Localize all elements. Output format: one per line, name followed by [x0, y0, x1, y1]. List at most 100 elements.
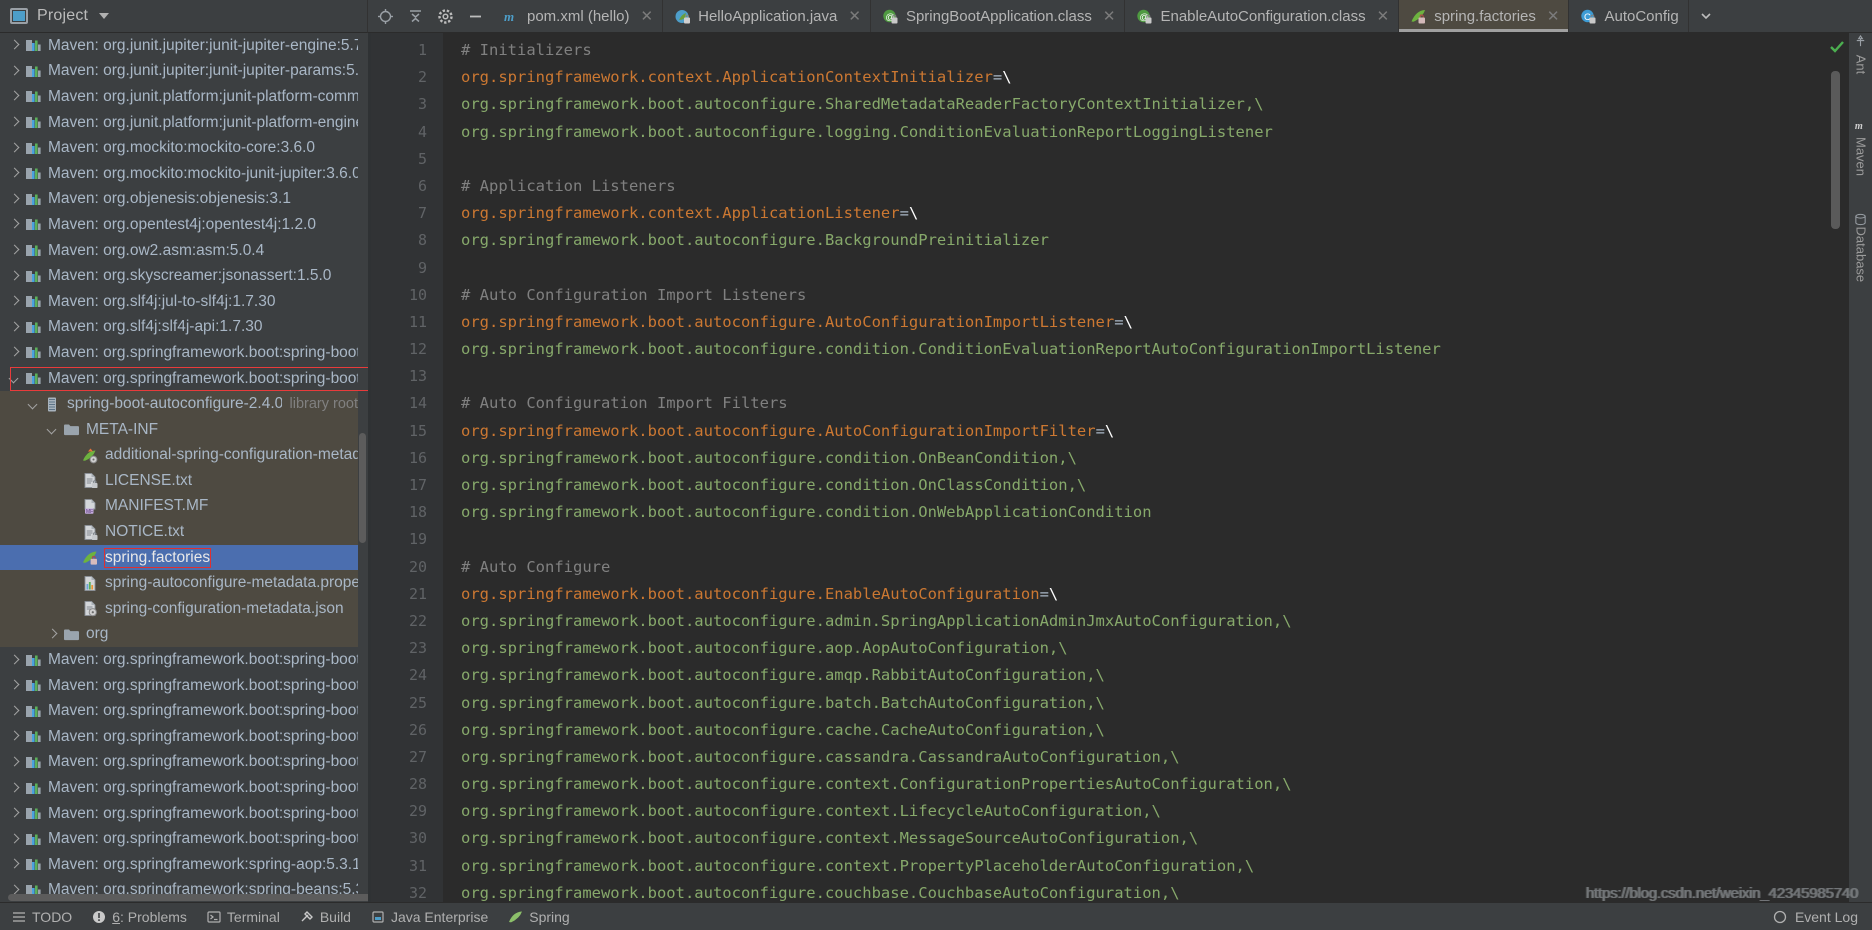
- editor-tab-enableautoconfiguration-class[interactable]: @ EnableAutoConfiguration.class ✕: [1125, 0, 1400, 32]
- tree-row[interactable]: Maven: org.mockito:mockito-junit-jupiter…: [0, 161, 358, 187]
- editor-tab-springbootapplication-class[interactable]: @ SpringBootApplication.class ✕: [871, 0, 1126, 32]
- statusbar-build[interactable]: Build: [294, 909, 365, 925]
- statusbar-todo[interactable]: TODO: [6, 909, 86, 925]
- editor-inspection-strip[interactable]: [1826, 33, 1848, 902]
- settings-gear-icon[interactable]: [430, 0, 460, 33]
- chevron-right-icon[interactable]: [8, 90, 21, 103]
- close-icon[interactable]: ✕: [641, 7, 654, 25]
- close-icon[interactable]: ✕: [1103, 7, 1116, 25]
- code-line[interactable]: org.springframework.boot.autoconfigure.c…: [461, 880, 1826, 902]
- toolwindow-database-label[interactable]: Database: [1854, 227, 1869, 283]
- code-line[interactable]: [461, 363, 1826, 390]
- chevron-right-icon[interactable]: [8, 65, 21, 78]
- code-line[interactable]: # Auto Configuration Import Filters: [461, 390, 1826, 417]
- code-line[interactable]: org.springframework.boot.autoconfigure.a…: [461, 635, 1826, 662]
- chevron-right-icon[interactable]: [8, 679, 21, 692]
- tree-row[interactable]: Maven: org.junit.platform:junit-platform…: [0, 84, 358, 110]
- tree-row[interactable]: Maven: org.mockito:mockito-core:3.6.0: [0, 135, 358, 161]
- tree-row[interactable]: Maven: org.springframework.boot:spring-b…: [0, 647, 358, 673]
- code-line[interactable]: org.springframework.boot.autoconfigure.c…: [461, 499, 1826, 526]
- statusbar-spring[interactable]: Spring: [502, 909, 583, 925]
- code-line[interactable]: org.springframework.boot.autoconfigure.c…: [461, 771, 1826, 798]
- code-line[interactable]: org.springframework.boot.autoconfigure.c…: [461, 336, 1826, 363]
- chevron-right-icon[interactable]: [8, 39, 21, 52]
- code-editor[interactable]: 1 2 3 4 5 6 7 8 9 10 11 12 13 14 15 16 17 18 19 20 21 22 23 24 2…: [371, 33, 1848, 902]
- code-line[interactable]: org.springframework.context.ApplicationC…: [461, 64, 1826, 91]
- code-line[interactable]: org.springframework.boot.autoconfigure.b…: [461, 690, 1826, 717]
- tree-vertical-scrollbar[interactable]: [359, 433, 366, 543]
- code-line[interactable]: org.springframework.boot.autoconfigure.a…: [461, 608, 1826, 635]
- tree-row[interactable]: Maven: org.slf4j:jul-to-slf4j:1.7.30: [0, 289, 358, 315]
- toolwindow-maven-label[interactable]: Maven: [1854, 133, 1869, 181]
- project-tree-panel[interactable]: Maven: org.junit.jupiter:junit-jupiter-e…: [0, 33, 368, 902]
- tree-row[interactable]: LICENSE.txt: [0, 468, 358, 494]
- code-line[interactable]: org.springframework.boot.autoconfigure.c…: [461, 853, 1826, 880]
- tree-row[interactable]: Maven: org.springframework.boot:spring-b…: [0, 724, 358, 750]
- editor-vertical-scrollbar[interactable]: [1831, 71, 1840, 229]
- code-line[interactable]: # Auto Configure: [461, 554, 1826, 581]
- tree-row[interactable]: META-INF: [0, 416, 358, 443]
- editor-tab-pom-xml[interactable]: m pom.xml (hello) ✕: [492, 0, 664, 32]
- tree-row[interactable]: Maven: org.springframework.boot:spring-b…: [0, 826, 358, 852]
- chevron-right-icon[interactable]: [8, 756, 21, 769]
- close-icon[interactable]: ✕: [848, 7, 861, 25]
- chevron-down-icon[interactable]: [8, 372, 21, 385]
- tree-row[interactable]: Maven: org.springframework.boot:spring-b…: [0, 698, 358, 724]
- editor-code-content[interactable]: # Initializers org.springframework.contex…: [443, 33, 1826, 902]
- tree-row[interactable]: Maven: org.springframework.boot:spring-b…: [0, 775, 358, 801]
- tree-row[interactable]: Maven: org.junit.platform:junit-platform…: [0, 110, 358, 136]
- tree-row[interactable]: MF MANIFEST.MF: [0, 493, 358, 520]
- code-line[interactable]: org.springframework.context.ApplicationL…: [461, 200, 1826, 227]
- code-line[interactable]: org.springframework.boot.autoconfigure.B…: [461, 227, 1826, 254]
- code-line[interactable]: [461, 526, 1826, 553]
- chevron-right-icon[interactable]: [8, 833, 21, 846]
- statusbar-terminal[interactable]: Terminal: [201, 909, 294, 925]
- chevron-right-icon[interactable]: [8, 346, 21, 359]
- close-icon[interactable]: ✕: [1547, 7, 1560, 25]
- code-line[interactable]: # Application Listeners: [461, 173, 1826, 200]
- tree-row[interactable]: Maven: org.opentest4j:opentest4j:1.2.0: [0, 212, 358, 238]
- code-line[interactable]: org.springframework.boot.autoconfigure.A…: [461, 309, 1826, 336]
- code-line[interactable]: # Auto Configuration Import Listeners: [461, 282, 1826, 309]
- code-line[interactable]: # Initializers: [461, 37, 1826, 64]
- tree-row[interactable]: Maven: org.springframework.boot:spring-b…: [0, 366, 358, 392]
- tree-row[interactable]: Maven: org.skyscreamer:jsonassert:1.5.0: [0, 263, 358, 289]
- chevron-right-icon[interactable]: [8, 705, 21, 718]
- chevron-right-icon[interactable]: [8, 116, 21, 129]
- tree-horizontal-scrollbar[interactable]: [0, 893, 368, 902]
- code-line[interactable]: org.springframework.boot.autoconfigure.c…: [461, 445, 1826, 472]
- locate-icon[interactable]: [370, 0, 400, 33]
- tree-row[interactable]: org: [0, 621, 358, 648]
- tree-row[interactable]: spring-autoconfigure-metadata.properties: [0, 570, 358, 597]
- tree-row[interactable]: Maven: org.junit.jupiter:junit-jupiter-e…: [0, 33, 358, 59]
- chevron-right-icon[interactable]: [8, 321, 21, 334]
- code-line[interactable]: org.springframework.boot.autoconfigure.a…: [461, 662, 1826, 689]
- chevron-down-icon[interactable]: [46, 423, 59, 436]
- chevron-right-icon[interactable]: [8, 782, 21, 795]
- code-line[interactable]: [461, 255, 1826, 282]
- chevron-right-icon[interactable]: [8, 244, 21, 257]
- project-tree[interactable]: Maven: org.junit.jupiter:junit-jupiter-e…: [0, 33, 358, 902]
- code-line[interactable]: [461, 146, 1826, 173]
- tree-row[interactable]: NOTICE.txt: [0, 519, 358, 545]
- code-line[interactable]: org.springframework.boot.autoconfigure.E…: [461, 581, 1826, 608]
- close-icon[interactable]: ✕: [1377, 7, 1390, 25]
- tree-row[interactable]: Maven: org.slf4j:slf4j-api:1.7.30: [0, 315, 358, 341]
- tree-row[interactable]: Maven: org.springframework.boot:spring-b…: [0, 750, 358, 776]
- chevron-right-icon[interactable]: [8, 167, 21, 180]
- tree-row[interactable]: Maven: org.springframework.boot:spring-b…: [0, 673, 358, 699]
- project-panel-header[interactable]: Project: [0, 0, 368, 33]
- tree-row[interactable]: Maven: org.springframework.boot:spring-b…: [0, 801, 358, 827]
- tree-row[interactable]: Maven: org.objenesis:objenesis:3.1: [0, 187, 358, 213]
- chevron-right-icon[interactable]: [8, 654, 21, 667]
- tree-row[interactable]: Maven: org.springframework.boot:spring-b…: [0, 340, 358, 366]
- chevron-right-icon[interactable]: [8, 142, 21, 155]
- chevron-right-icon[interactable]: [8, 295, 21, 308]
- tree-row-selected[interactable]: spring.factories: [0, 544, 358, 571]
- collapse-all-icon[interactable]: [400, 0, 430, 33]
- tree-row[interactable]: Maven: org.junit.jupiter:junit-jupiter-p…: [0, 59, 358, 85]
- chevron-right-icon[interactable]: [8, 270, 21, 283]
- chevron-right-icon[interactable]: [46, 628, 59, 641]
- code-line[interactable]: org.springframework.boot.autoconfigure.c…: [461, 717, 1826, 744]
- chevron-right-icon[interactable]: [8, 730, 21, 743]
